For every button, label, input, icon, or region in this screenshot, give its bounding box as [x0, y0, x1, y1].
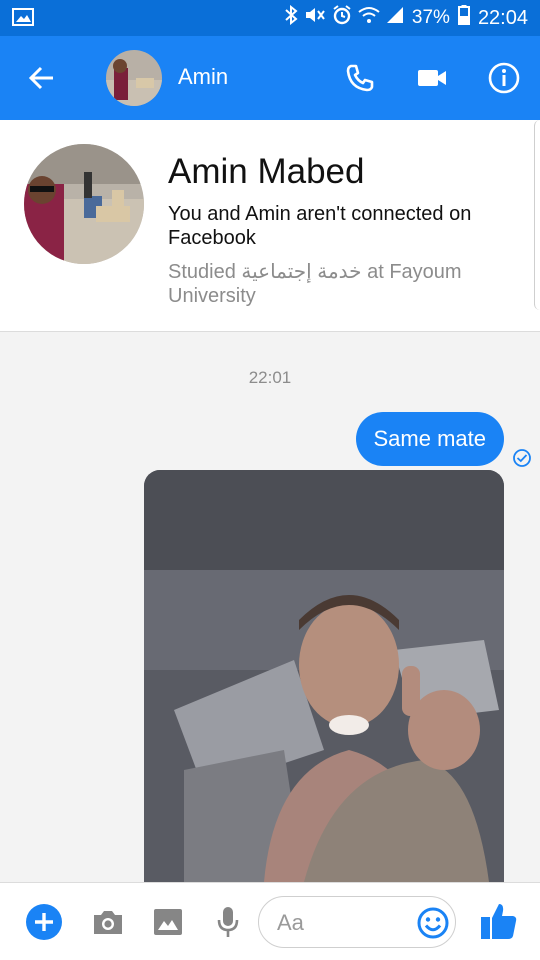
emoji-button[interactable]: [415, 905, 451, 941]
voice-call-button[interactable]: [340, 58, 380, 98]
back-arrow-icon: [29, 66, 53, 90]
mute-icon: [304, 5, 326, 31]
back-button[interactable]: [22, 60, 62, 96]
bluetooth-icon: [284, 4, 298, 31]
sent-message-bubble[interactable]: Same mate: [355, 412, 504, 466]
voice-message-button[interactable]: [208, 902, 248, 942]
status-bar: 37% 22:04: [0, 0, 540, 36]
wifi-icon: [358, 6, 380, 30]
message-input[interactable]: [277, 909, 407, 937]
camera-button[interactable]: [88, 902, 128, 942]
thumbs-up-icon: [481, 904, 517, 939]
conversation-header: Amin: [0, 36, 540, 120]
contact-profile-card: Amin Mabed You and Amin aren't connected…: [0, 120, 540, 332]
gallery-notification-icon: [12, 8, 34, 31]
contact-avatar[interactable]: [106, 50, 162, 106]
profile-avatar[interactable]: [24, 144, 144, 264]
info-icon: [488, 62, 520, 94]
gallery-button[interactable]: [148, 902, 188, 942]
video-call-button[interactable]: [412, 58, 452, 98]
like-button[interactable]: [476, 899, 520, 943]
contact-name[interactable]: Amin: [178, 64, 228, 90]
photo-selfie-image: [144, 470, 504, 882]
camera-icon: [94, 911, 122, 934]
microphone-icon: [217, 907, 239, 937]
connection-note: You and Amin aren't connected on Faceboo…: [168, 203, 472, 249]
scroll-edge: [534, 120, 540, 310]
profile-name: Amin Mabed: [168, 152, 365, 191]
signal-icon: [386, 6, 404, 30]
clock: 22:04: [477, 6, 528, 29]
message-composer: [0, 882, 540, 960]
battery-percent: 37%: [411, 7, 450, 28]
delivered-check-icon: [512, 448, 532, 468]
alarm-icon: [332, 5, 352, 31]
battery-icon: [457, 5, 470, 31]
image-icon: [154, 909, 182, 935]
education-info: Studied خدمة إجتماعية at Fayoum Universi…: [168, 261, 462, 307]
info-button[interactable]: [484, 58, 524, 98]
more-options-button[interactable]: [24, 902, 64, 942]
phone-icon: [346, 64, 374, 92]
plus-icon: [26, 904, 62, 940]
message-input-container: [258, 896, 456, 948]
message-timestamp: 22:01: [248, 368, 292, 387]
smiley-icon: [417, 907, 449, 939]
sent-photo[interactable]: [144, 470, 504, 882]
video-camera-icon: [418, 70, 446, 86]
